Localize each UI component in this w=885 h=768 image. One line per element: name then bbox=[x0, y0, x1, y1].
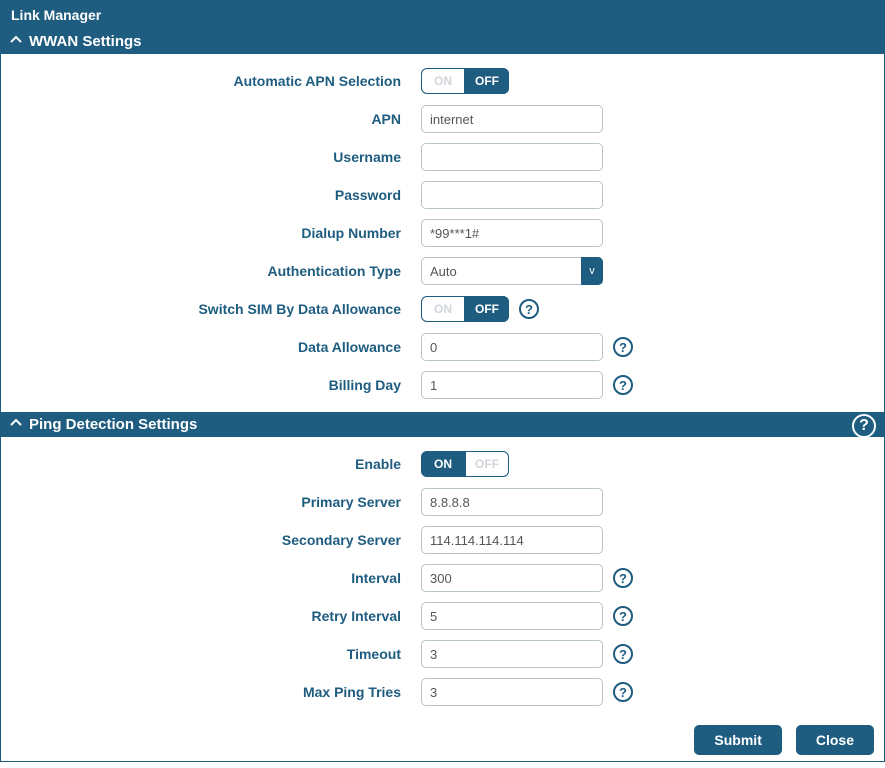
input-interval[interactable] bbox=[421, 564, 603, 592]
toggle-switch-sim[interactable]: ON OFF bbox=[421, 296, 509, 322]
row-apn: APN bbox=[1, 100, 884, 138]
row-timeout: Timeout ? bbox=[1, 635, 884, 673]
help-icon[interactable]: ? bbox=[613, 375, 633, 395]
label-apn: APN bbox=[1, 111, 421, 127]
row-interval: Interval ? bbox=[1, 559, 884, 597]
row-secondary: Secondary Server bbox=[1, 521, 884, 559]
label-data-allowance: Data Allowance bbox=[1, 339, 421, 355]
help-icon[interactable]: ? bbox=[613, 606, 633, 626]
row-retry-interval: Retry Interval ? bbox=[1, 597, 884, 635]
toggle-on-label: ON bbox=[421, 451, 465, 477]
row-switch-sim: Switch SIM By Data Allowance ON OFF ? bbox=[1, 290, 884, 328]
ping-section-header[interactable]: Ping Detection Settings ? bbox=[1, 412, 884, 437]
label-secondary: Secondary Server bbox=[1, 532, 421, 548]
help-icon[interactable]: ? bbox=[613, 682, 633, 702]
help-icon[interactable]: ? bbox=[613, 337, 633, 357]
label-auth-type: Authentication Type bbox=[1, 263, 421, 279]
label-password: Password bbox=[1, 187, 421, 203]
row-auto-apn: Automatic APN Selection ON OFF bbox=[1, 62, 884, 100]
ping-section-body: Enable ON OFF Primary Server Secondary S… bbox=[1, 437, 884, 719]
row-auth-type: Authentication Type Auto v bbox=[1, 252, 884, 290]
toggle-off-label: OFF bbox=[465, 451, 509, 477]
chevron-down-icon: v bbox=[581, 257, 603, 285]
close-button[interactable]: Close bbox=[796, 725, 874, 755]
label-auto-apn: Automatic APN Selection bbox=[1, 73, 421, 89]
toggle-off-label: OFF bbox=[465, 68, 509, 94]
help-icon[interactable]: ? bbox=[852, 414, 876, 438]
label-primary: Primary Server bbox=[1, 494, 421, 510]
wwan-section-body: Automatic APN Selection ON OFF APN Usern… bbox=[1, 54, 884, 412]
help-icon[interactable]: ? bbox=[519, 299, 539, 319]
label-dialup: Dialup Number bbox=[1, 225, 421, 241]
toggle-enable[interactable]: ON OFF bbox=[421, 451, 509, 477]
wwan-header-label: WWAN Settings bbox=[29, 33, 142, 50]
submit-button[interactable]: Submit bbox=[694, 725, 781, 755]
toggle-on-label: ON bbox=[421, 68, 465, 94]
row-username: Username bbox=[1, 138, 884, 176]
input-timeout[interactable] bbox=[421, 640, 603, 668]
select-auth-type[interactable]: Auto v bbox=[421, 257, 603, 285]
toggle-on-label: ON bbox=[421, 296, 465, 322]
help-icon[interactable]: ? bbox=[613, 644, 633, 664]
label-timeout: Timeout bbox=[1, 646, 421, 662]
label-enable: Enable bbox=[1, 456, 421, 472]
input-max-tries[interactable] bbox=[421, 678, 603, 706]
row-enable: Enable ON OFF bbox=[1, 445, 884, 483]
panel-title: Link Manager bbox=[1, 1, 884, 29]
toggle-off-label: OFF bbox=[465, 296, 509, 322]
input-retry-interval[interactable] bbox=[421, 602, 603, 630]
label-billing-day: Billing Day bbox=[1, 377, 421, 393]
row-data-allowance: Data Allowance ? bbox=[1, 328, 884, 366]
input-password[interactable] bbox=[421, 181, 603, 209]
input-apn[interactable] bbox=[421, 105, 603, 133]
label-switch-sim: Switch SIM By Data Allowance bbox=[1, 301, 421, 317]
input-primary[interactable] bbox=[421, 488, 603, 516]
label-username: Username bbox=[1, 149, 421, 165]
row-dialup: Dialup Number bbox=[1, 214, 884, 252]
select-auth-type-value: Auto bbox=[421, 257, 603, 285]
row-billing-day: Billing Day ? bbox=[1, 366, 884, 404]
row-password: Password bbox=[1, 176, 884, 214]
input-dialup[interactable] bbox=[421, 219, 603, 247]
button-bar: Submit Close bbox=[1, 719, 884, 761]
label-interval: Interval bbox=[1, 570, 421, 586]
row-primary: Primary Server bbox=[1, 483, 884, 521]
input-billing-day[interactable] bbox=[421, 371, 603, 399]
help-icon[interactable]: ? bbox=[613, 568, 633, 588]
row-max-tries: Max Ping Tries ? bbox=[1, 673, 884, 711]
input-secondary[interactable] bbox=[421, 526, 603, 554]
chevron-up-icon bbox=[9, 34, 23, 49]
chevron-up-icon bbox=[9, 417, 23, 432]
wwan-section-header[interactable]: WWAN Settings bbox=[1, 29, 884, 54]
ping-header-label: Ping Detection Settings bbox=[29, 416, 197, 433]
input-username[interactable] bbox=[421, 143, 603, 171]
label-max-tries: Max Ping Tries bbox=[1, 684, 421, 700]
link-manager-panel: Link Manager WWAN Settings Automatic APN… bbox=[0, 0, 885, 762]
label-retry-interval: Retry Interval bbox=[1, 608, 421, 624]
toggle-auto-apn[interactable]: ON OFF bbox=[421, 68, 509, 94]
input-data-allowance[interactable] bbox=[421, 333, 603, 361]
